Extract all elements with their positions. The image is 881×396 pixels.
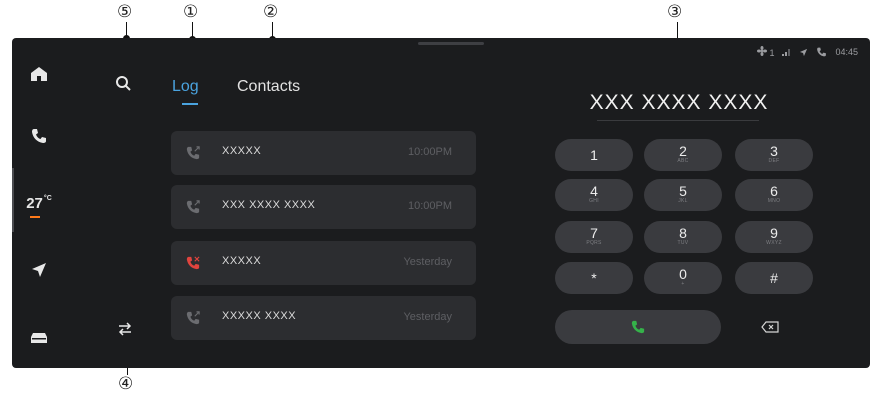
call-log-time: 10:00PM — [407, 200, 452, 212]
key-letters: ABC — [677, 158, 689, 164]
call-log-item[interactable]: XXXXX Yesterday — [171, 241, 476, 285]
outgoing-call-icon — [186, 200, 200, 214]
location-arrow-icon — [800, 48, 808, 56]
rail-item-phone[interactable] — [12, 116, 66, 156]
key-digit: 2 — [679, 143, 687, 159]
callout-1: ① — [183, 2, 199, 22]
home-icon — [31, 67, 47, 81]
fan-level: 1 — [769, 48, 775, 58]
call-log-time: Yesterday — [403, 311, 452, 323]
call-log-name: XXXXX — [222, 255, 262, 267]
call-log-time: Yesterday — [403, 256, 452, 268]
rail-item-navigation[interactable] — [12, 250, 66, 290]
key-letters: WXYZ — [766, 240, 782, 246]
key-letters: DEF — [768, 158, 780, 164]
key-digit: * — [591, 270, 597, 286]
key-letters: JKL — [678, 198, 688, 204]
keypad-key-4[interactable]: 4 GHI — [555, 179, 633, 211]
keypad-key-2[interactable]: 2 ABC — [644, 139, 722, 171]
tab-contacts[interactable]: Contacts — [237, 78, 300, 96]
rail-item-home[interactable] — [12, 54, 66, 94]
clock: 04:45 — [835, 47, 858, 57]
search-icon — [116, 76, 131, 91]
switch-view-button[interactable] — [117, 321, 137, 343]
swap-arrows-icon — [118, 322, 132, 336]
signal-icon — [782, 49, 791, 56]
number-divider — [597, 120, 759, 121]
outgoing-call-icon — [186, 146, 200, 160]
rail-item-vehicle[interactable] — [12, 318, 66, 358]
call-log-name: XXXXX — [222, 145, 262, 157]
callout-3: ③ — [667, 2, 683, 22]
call-log-name: XXXXX XXXX — [222, 310, 297, 322]
fan-icon — [756, 46, 767, 56]
phone-icon — [631, 320, 645, 334]
navigation-arrow-icon — [32, 263, 46, 277]
tab-log-underline — [182, 103, 198, 105]
car-icon — [31, 333, 47, 343]
keypad-key-star[interactable]: * — [555, 262, 633, 294]
phone-icon — [32, 129, 46, 143]
call-log-item[interactable]: XXXXX 10:00PM — [171, 131, 476, 175]
status-bar: 1 04:45 — [756, 46, 858, 58]
key-letters: PQRS — [586, 240, 602, 246]
call-log-item[interactable]: XXXXX XXXX Yesterday — [171, 296, 476, 340]
temperature-value: 27 — [26, 194, 43, 212]
search-button[interactable] — [115, 75, 139, 97]
keypad-key-8[interactable]: 8 TUV — [644, 221, 722, 253]
backspace-icon — [761, 321, 779, 333]
outgoing-call-icon — [186, 311, 200, 325]
dialed-number-display: XXX XXXX XXXX — [589, 91, 769, 114]
missed-call-icon — [186, 256, 200, 270]
call-log-name: XXX XXXX XXXX — [222, 199, 316, 211]
key-digit: 1 — [590, 147, 598, 163]
key-digit: 7 — [590, 225, 598, 241]
navigation-rail: 27°C — [12, 38, 66, 368]
call-log-time: 10:00PM — [407, 146, 452, 158]
key-digit: 8 — [679, 225, 687, 241]
keypad-key-9[interactable]: 9 WXYZ — [735, 221, 813, 253]
callout-2: ② — [263, 2, 279, 22]
key-letters: TUV — [677, 240, 689, 246]
key-digit: 6 — [770, 183, 778, 199]
temperature-display: 27°C — [26, 194, 52, 218]
key-digit: 5 — [679, 183, 687, 199]
keypad-key-5[interactable]: 5 JKL — [644, 179, 722, 211]
tab-log[interactable]: Log — [172, 78, 199, 96]
keypad-key-6[interactable]: 6 MNO — [735, 179, 813, 211]
keypad-key-hash[interactable]: # — [735, 262, 813, 294]
fan-status: 1 — [756, 46, 775, 58]
keypad-key-0[interactable]: 0 + — [644, 262, 722, 294]
key-digit: 9 — [770, 225, 778, 241]
phone-connected-icon — [817, 47, 827, 57]
key-letters: GHI — [589, 198, 599, 204]
key-digit: 0 — [679, 266, 687, 282]
callout-5: ⑤ — [117, 2, 133, 22]
callout-5-leader — [123, 22, 130, 42]
keypad-key-3[interactable]: 3 DEF — [735, 139, 813, 171]
keypad-key-7[interactable]: 7 PQRS — [555, 221, 633, 253]
temperature-level-bar — [30, 215, 41, 218]
callout-4: ④ — [118, 374, 134, 394]
rail-item-climate[interactable]: 27°C — [12, 183, 66, 223]
keypad-key-1[interactable]: 1 — [555, 139, 633, 171]
call-button[interactable] — [555, 310, 721, 344]
infotainment-screen: 27°C Log Contacts XXXXX 10:00PM XXX XXXX… — [12, 38, 870, 368]
call-log-item[interactable]: XXX XXXX XXXX 10:00PM — [171, 185, 476, 229]
key-letters: MNO — [767, 198, 781, 204]
drag-handle[interactable] — [418, 42, 484, 45]
key-digit: 4 — [590, 183, 598, 199]
key-digit: # — [770, 270, 778, 286]
backspace-button[interactable] — [748, 314, 792, 340]
key-letters: + — [681, 281, 685, 287]
key-digit: 3 — [770, 143, 778, 159]
temperature-unit: °C — [43, 194, 52, 202]
